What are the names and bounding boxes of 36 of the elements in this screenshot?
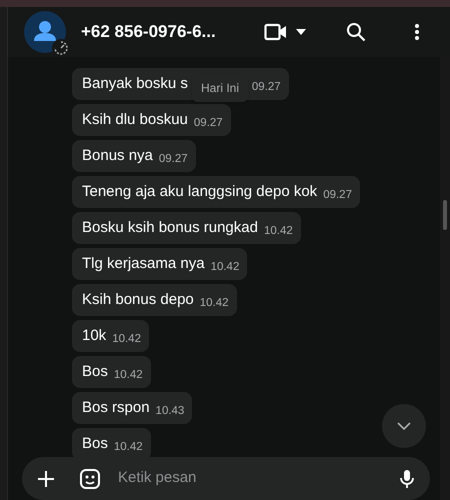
message-text: Banyak bosku s [82, 74, 188, 94]
message-time: 09.27 [323, 188, 352, 204]
message-input[interactable]: Ketik pesan [118, 467, 400, 490]
date-chip: Hari Ini [192, 74, 248, 102]
chevron-down-icon [397, 422, 411, 430]
message-time: 10.42 [210, 260, 240, 276]
message-time: 09.27 [194, 116, 223, 132]
message-text: Tlg kerjasama nya [82, 254, 205, 274]
message-text: Bosku ksih bonus rungkad [82, 218, 258, 238]
message-time: 09.27 [158, 152, 188, 168]
message-text: Bos [82, 434, 108, 454]
microphone-icon[interactable] [400, 468, 414, 488]
message-time: 10.42 [114, 440, 143, 456]
plus-icon[interactable] [38, 470, 54, 486]
video-call-button[interactable] [264, 23, 306, 41]
video-camera-icon [264, 23, 288, 41]
sticker-icon[interactable] [80, 468, 100, 488]
message-text: Ksih bonus depo [82, 290, 194, 310]
message-time: 10.43 [156, 404, 184, 420]
search-icon[interactable] [346, 22, 366, 42]
message-text: Ksih dlu boskuu [82, 110, 188, 130]
message-text: Bos rspon [82, 398, 150, 418]
message-time: 10.42 [264, 224, 293, 240]
message-text: Teneng aja aku langgsing depo kok [82, 182, 318, 202]
menu-icon[interactable] [414, 23, 420, 41]
message-text: Bos [82, 362, 108, 382]
contact-name[interactable]: +62 856-0976-6... [81, 19, 216, 45]
message-text: 10k [82, 326, 106, 346]
scrollbar-thumb[interactable] [443, 200, 447, 230]
caret-icon [296, 29, 306, 35]
message-text: Bonus nya [82, 146, 153, 166]
message-time: 10.42 [200, 296, 229, 312]
message-composer[interactable]: Ketik pesan [22, 457, 430, 500]
message-time: 09.27 [252, 80, 281, 96]
message-time: 10.42 [114, 368, 143, 384]
message-time: 10.42 [112, 332, 141, 348]
